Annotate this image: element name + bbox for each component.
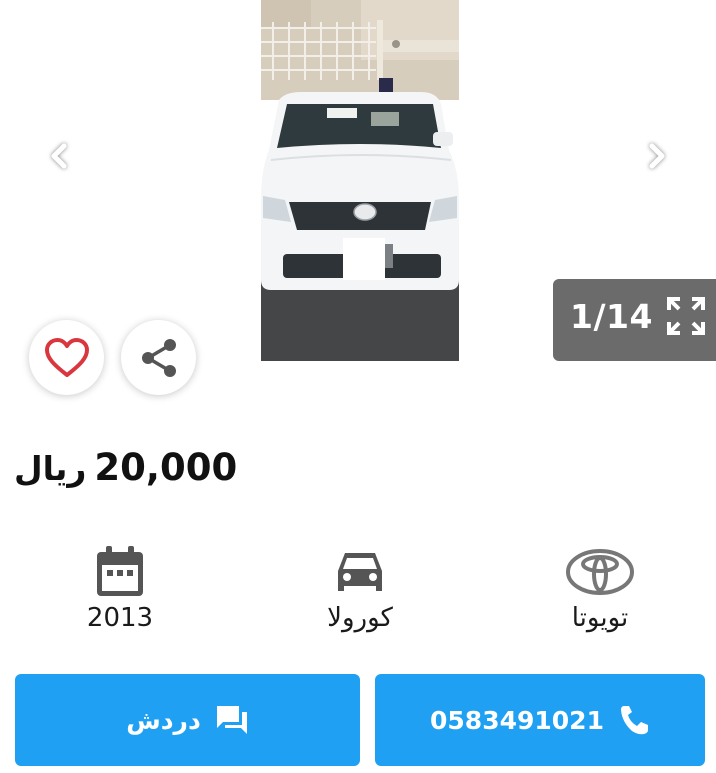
- chat-button-label: دردش: [126, 705, 201, 735]
- image-counter[interactable]: 1/14: [553, 279, 716, 361]
- spec-model: كورولا: [280, 545, 440, 645]
- toyota-logo-icon: [566, 549, 634, 595]
- chevron-right-icon[interactable]: [640, 138, 672, 174]
- favorite-button[interactable]: [29, 320, 104, 395]
- image-gallery: 1/14: [0, 0, 716, 395]
- listing-price: 20,000ريال: [14, 446, 274, 496]
- share-icon: [141, 338, 176, 377]
- car-photo[interactable]: [261, 0, 459, 361]
- spec-model-label: كورولا: [327, 603, 393, 633]
- expand-icon[interactable]: [666, 296, 706, 336]
- chat-button[interactable]: دردش: [15, 674, 360, 766]
- phone-icon: [620, 706, 648, 735]
- calendar-icon: [97, 546, 143, 596]
- chevron-left-icon[interactable]: [44, 138, 76, 174]
- heart-icon: [44, 337, 89, 377]
- price-currency: ريال: [14, 449, 87, 488]
- call-button[interactable]: 0583491021: [375, 674, 705, 766]
- spec-make-label: تويوتا: [571, 603, 629, 633]
- spec-year: 2013: [40, 545, 200, 645]
- image-counter-text: 1/14: [570, 297, 653, 336]
- share-button[interactable]: [121, 320, 196, 395]
- price-value: 20,000: [94, 446, 238, 489]
- listing-page: 1/14 20,000ريال 2013 كورولا تويوتا دردش …: [0, 0, 716, 773]
- chat-icon: [216, 706, 247, 734]
- spec-make: تويوتا: [520, 545, 680, 645]
- spec-year-label: 2013: [86, 603, 154, 633]
- call-number: 0583491021: [430, 705, 604, 735]
- car-icon: [338, 553, 382, 591]
